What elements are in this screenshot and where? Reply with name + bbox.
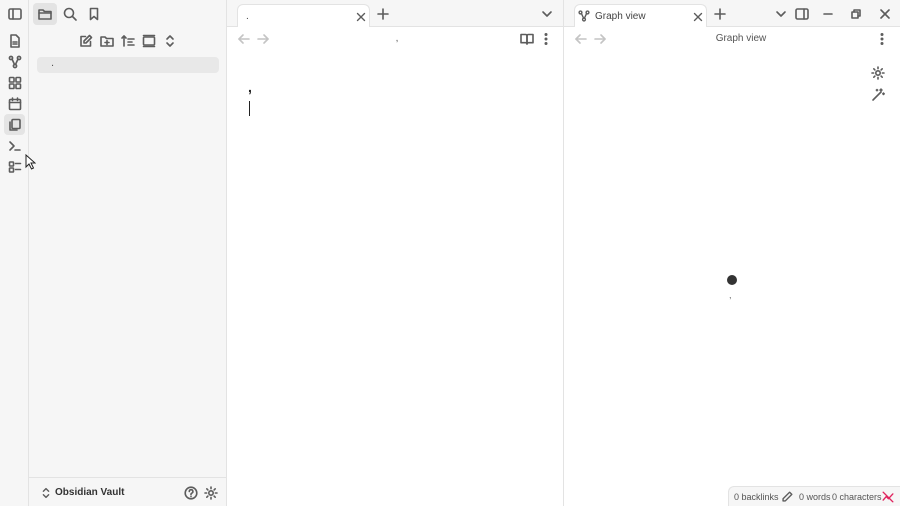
restore-window-icon[interactable]	[846, 4, 866, 24]
graph-icon[interactable]	[4, 51, 25, 72]
vault-switcher-bar: Obsidian Vault	[29, 477, 227, 506]
collapse-all-icon[interactable]	[138, 30, 160, 52]
canvas-icon[interactable]	[4, 72, 25, 93]
close-window-icon[interactable]	[875, 4, 895, 24]
word-count: 0 words	[799, 492, 831, 502]
sync-error-icon[interactable]	[880, 489, 896, 505]
tab-list-chevron-down-icon[interactable]	[537, 4, 557, 24]
new-tab-icon[interactable]	[710, 4, 730, 24]
editor-view-title[interactable]: ,	[377, 33, 417, 44]
graph-node[interactable]	[727, 275, 737, 285]
file-tree-item[interactable]: .	[37, 57, 219, 73]
file-explorer-sidebar: . Obsidian Vault	[29, 0, 227, 506]
graph-view-title: Graph view	[715, 33, 767, 44]
backlinks-count[interactable]: 0 backlinks	[734, 492, 779, 502]
expand-all-icon[interactable]	[159, 30, 181, 52]
forward-arrow-icon[interactable]	[254, 30, 272, 48]
folder-icon[interactable]	[33, 3, 57, 25]
back-arrow-icon[interactable]	[235, 30, 253, 48]
help-icon[interactable]	[182, 484, 200, 502]
vault-switch-chevron-icon[interactable]	[37, 484, 55, 502]
graph-node-label: ,	[729, 290, 732, 300]
vault-name[interactable]: Obsidian Vault	[55, 487, 124, 498]
new-folder-icon[interactable]	[96, 30, 118, 52]
close-tab-icon[interactable]	[689, 8, 707, 26]
sidebar-tab-header	[29, 0, 227, 27]
settings-gear-icon[interactable]	[202, 484, 220, 502]
new-tab-icon[interactable]	[373, 4, 393, 24]
forward-arrow-icon[interactable]	[591, 30, 609, 48]
new-note-icon[interactable]	[75, 30, 97, 52]
editor-pane: , ,	[227, 27, 563, 506]
status-bar: 0 backlinks 0 words 0 characters	[728, 486, 900, 506]
character-count: 0 characters	[832, 492, 882, 502]
minimize-window-icon[interactable]	[818, 4, 838, 24]
search-icon[interactable]	[58, 3, 82, 25]
edit-pencil-icon[interactable]	[779, 489, 795, 505]
tab-title: .	[246, 11, 249, 22]
graph-view-pane: Graph view	[564, 27, 900, 506]
bookmark-icon[interactable]	[82, 3, 106, 25]
text-caret	[249, 101, 250, 116]
command-palette-icon[interactable]	[4, 156, 25, 177]
calendar-icon[interactable]	[4, 93, 25, 114]
right-tab-strip: Graph view	[564, 0, 900, 28]
mouse-cursor-icon	[25, 154, 36, 170]
file-icon[interactable]	[4, 30, 25, 51]
left-tab-strip: .	[227, 0, 563, 28]
ribbon	[0, 0, 29, 506]
tab-title: Graph view	[595, 11, 646, 22]
more-options-icon[interactable]	[537, 30, 555, 48]
obsidian-window: . Obsidian Vault . , , Graph view Graph …	[0, 0, 900, 506]
editor-content[interactable]: ,	[248, 79, 252, 95]
more-options-icon[interactable]	[873, 30, 891, 48]
reading-view-book-icon[interactable]	[518, 30, 536, 48]
tab-graph-view[interactable]: Graph view	[574, 4, 707, 28]
toggle-sidebar-icon[interactable]	[4, 3, 25, 24]
templates-icon[interactable]	[4, 114, 25, 135]
graph-icon	[577, 9, 591, 23]
tab-note[interactable]: .	[237, 4, 370, 28]
toggle-right-sidebar-icon[interactable]	[792, 4, 812, 24]
terminal-icon[interactable]	[4, 135, 25, 156]
tab-list-chevron-down-icon[interactable]	[771, 4, 791, 24]
graph-settings-gear-icon[interactable]	[868, 63, 888, 83]
back-arrow-icon[interactable]	[572, 30, 590, 48]
animate-magic-wand-icon[interactable]	[868, 85, 888, 105]
close-tab-icon[interactable]	[352, 8, 370, 26]
sort-icon[interactable]	[117, 30, 139, 52]
